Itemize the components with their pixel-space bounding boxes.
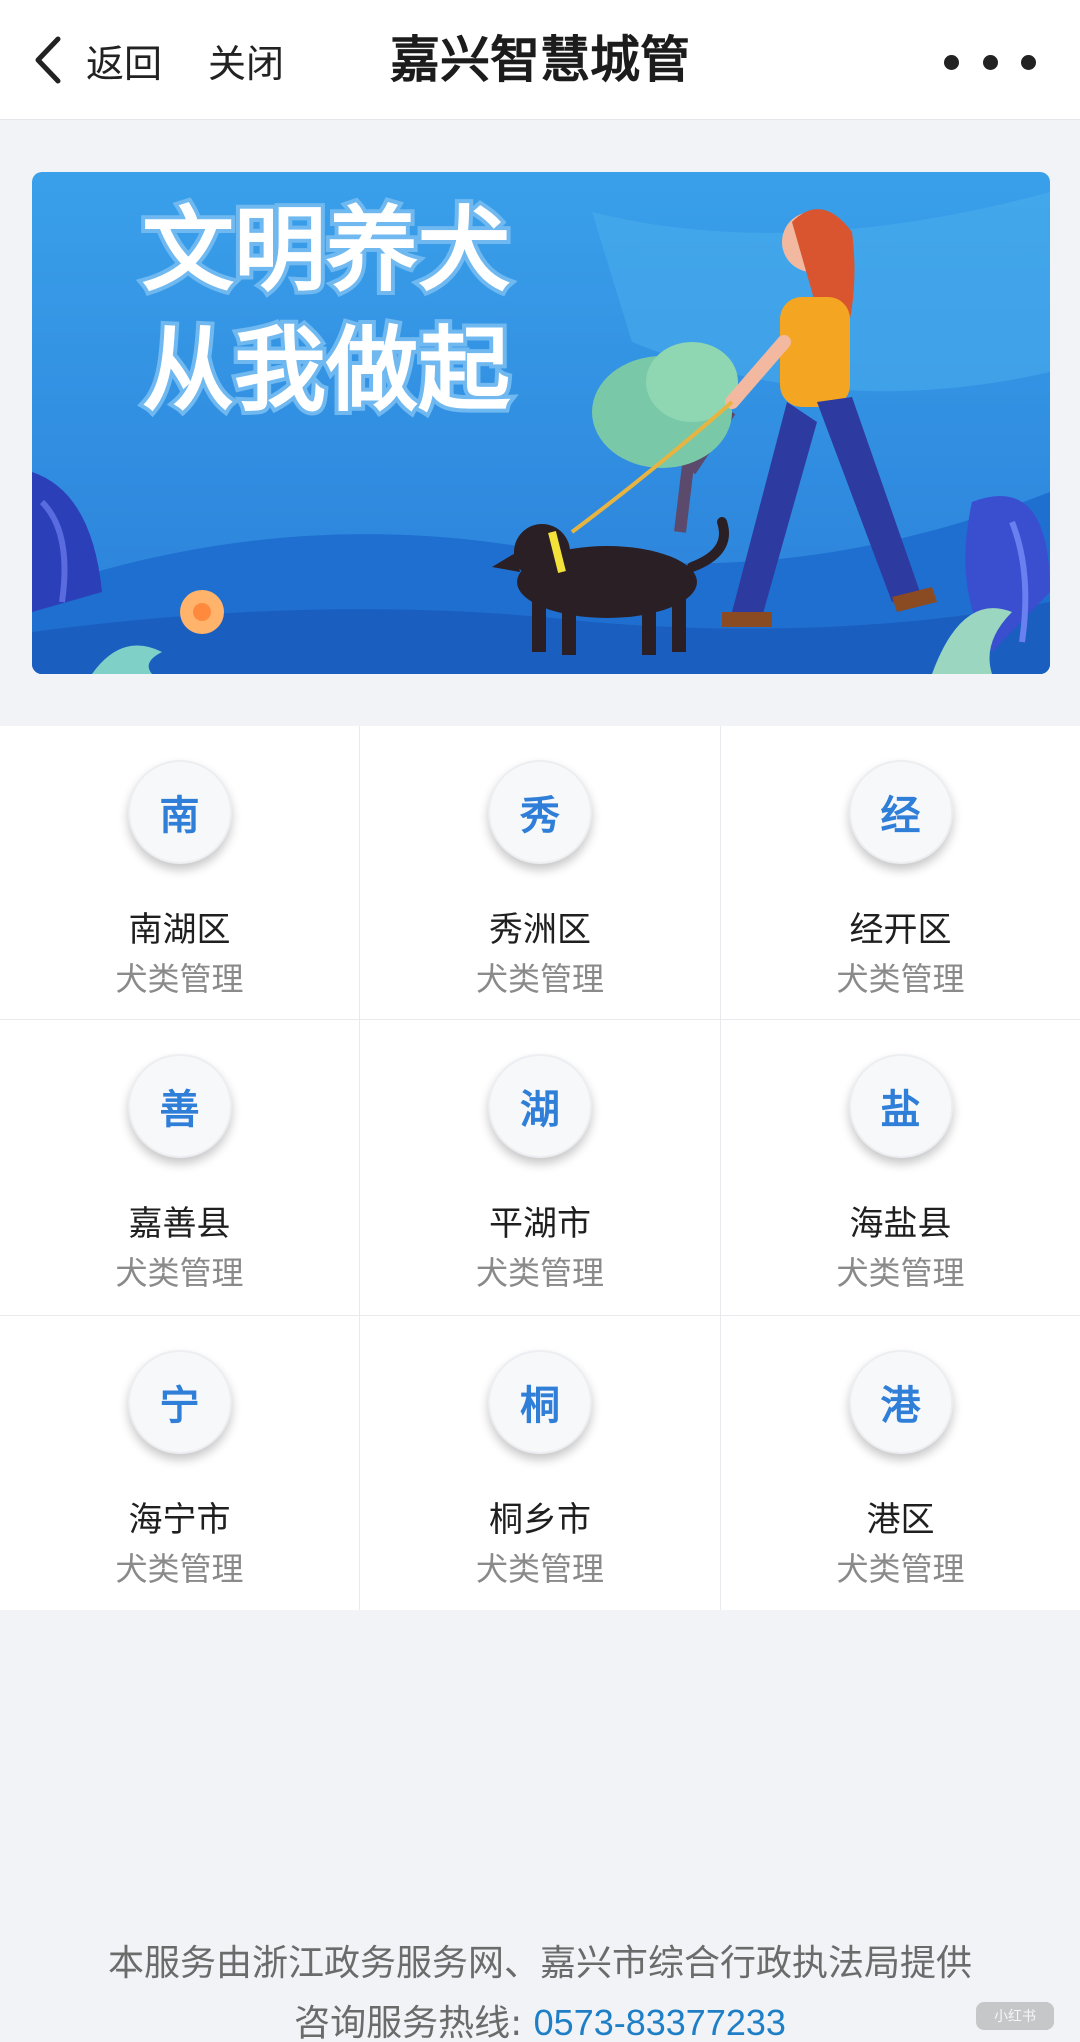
district-cell-haiyan[interactable]: 盐 海盐县 犬类管理 <box>721 1020 1080 1316</box>
district-name: 海盐县 <box>849 1204 952 1244</box>
dog-walking-banner[interactable]: 文明养犬 从我做起 <box>32 172 1050 674</box>
district-cell-jingkai[interactable]: 经 经开区 犬类管理 <box>721 726 1080 1020</box>
district-badge: 南 <box>127 760 232 864</box>
district-subtitle: 犬类管理 <box>115 1254 244 1292</box>
district-name: 秀洲区 <box>489 910 591 950</box>
district-name: 经开区 <box>849 910 952 950</box>
district-subtitle: 犬类管理 <box>475 1550 604 1588</box>
more-dot <box>944 54 959 70</box>
district-badge: 宁 <box>127 1350 232 1454</box>
district-badge: 桐 <box>488 1350 592 1454</box>
district-cell-gangqu[interactable]: 港 港区 犬类管理 <box>721 1316 1080 1610</box>
district-name: 嘉善县 <box>128 1204 231 1244</box>
banner-line1: 文明养犬 <box>142 197 510 304</box>
more-dots-icon[interactable] <box>944 44 1036 80</box>
district-badge: 秀 <box>488 760 592 864</box>
district-name: 平湖市 <box>489 1204 591 1244</box>
district-cell-tongxiang[interactable]: 桐 桐乡市 犬类管理 <box>360 1316 721 1610</box>
district-cell-jiashan[interactable]: 善 嘉善县 犬类管理 <box>0 1020 360 1316</box>
service-provider-note: 本服务由浙江政务服务网、嘉兴市综合行政执法局提供 <box>107 1943 972 1984</box>
district-subtitle: 犬类管理 <box>115 1550 244 1588</box>
district-cell-nanhu[interactable]: 南 南湖区 犬类管理 <box>0 726 360 1020</box>
district-badge: 善 <box>127 1054 232 1158</box>
district-name: 南湖区 <box>128 910 231 950</box>
district-subtitle: 犬类管理 <box>836 1550 965 1588</box>
district-subtitle: 犬类管理 <box>836 960 965 998</box>
district-cell-pinghu[interactable]: 湖 平湖市 犬类管理 <box>360 1020 721 1316</box>
hotline-number-link[interactable]: 0573-83377233 <box>534 2002 786 2042</box>
district-subtitle: 犬类管理 <box>115 960 244 998</box>
hotline-label: 咨询服务热线: <box>294 2003 534 2042</box>
banner-line2: 从我做起 <box>142 317 511 424</box>
district-grid: 南 南湖区 犬类管理 秀 秀洲区 犬类管理 经 经开区 犬类管理 善 嘉善县 犬… <box>0 726 1080 1610</box>
district-subtitle: 犬类管理 <box>475 1254 604 1292</box>
district-badge: 湖 <box>488 1054 592 1158</box>
page-title: 嘉兴智慧城管 <box>390 31 690 89</box>
district-name: 港区 <box>866 1500 935 1540</box>
district-badge: 盐 <box>848 1054 953 1158</box>
page: 返回 关闭 嘉兴智慧城管 文明养犬 从我做起 南 南湖区 犬类管理 秀 秀洲区 … <box>0 0 1080 2042</box>
hotline-line: 咨询服务热线: 0573-83377233 <box>0 1994 1080 2042</box>
watermark-text: 小红书 <box>994 2009 1036 2025</box>
more-dot <box>1021 54 1036 70</box>
district-badge: 港 <box>848 1350 953 1454</box>
district-cell-haining[interactable]: 宁 海宁市 犬类管理 <box>0 1316 360 1610</box>
district-name: 海宁市 <box>128 1500 231 1540</box>
district-cell-xiuzhou[interactable]: 秀 秀洲区 犬类管理 <box>360 726 721 1020</box>
district-badge: 经 <box>848 760 953 864</box>
watermark-logo: 小红书 <box>976 2002 1054 2030</box>
district-subtitle: 犬类管理 <box>836 1254 965 1292</box>
district-subtitle: 犬类管理 <box>475 960 604 998</box>
banner-illustration: 文明养犬 从我做起 <box>32 172 1050 674</box>
district-name: 桐乡市 <box>489 1500 591 1540</box>
nav-bar: 返回 关闭 嘉兴智慧城管 <box>0 0 1080 120</box>
more-dot <box>982 54 998 70</box>
